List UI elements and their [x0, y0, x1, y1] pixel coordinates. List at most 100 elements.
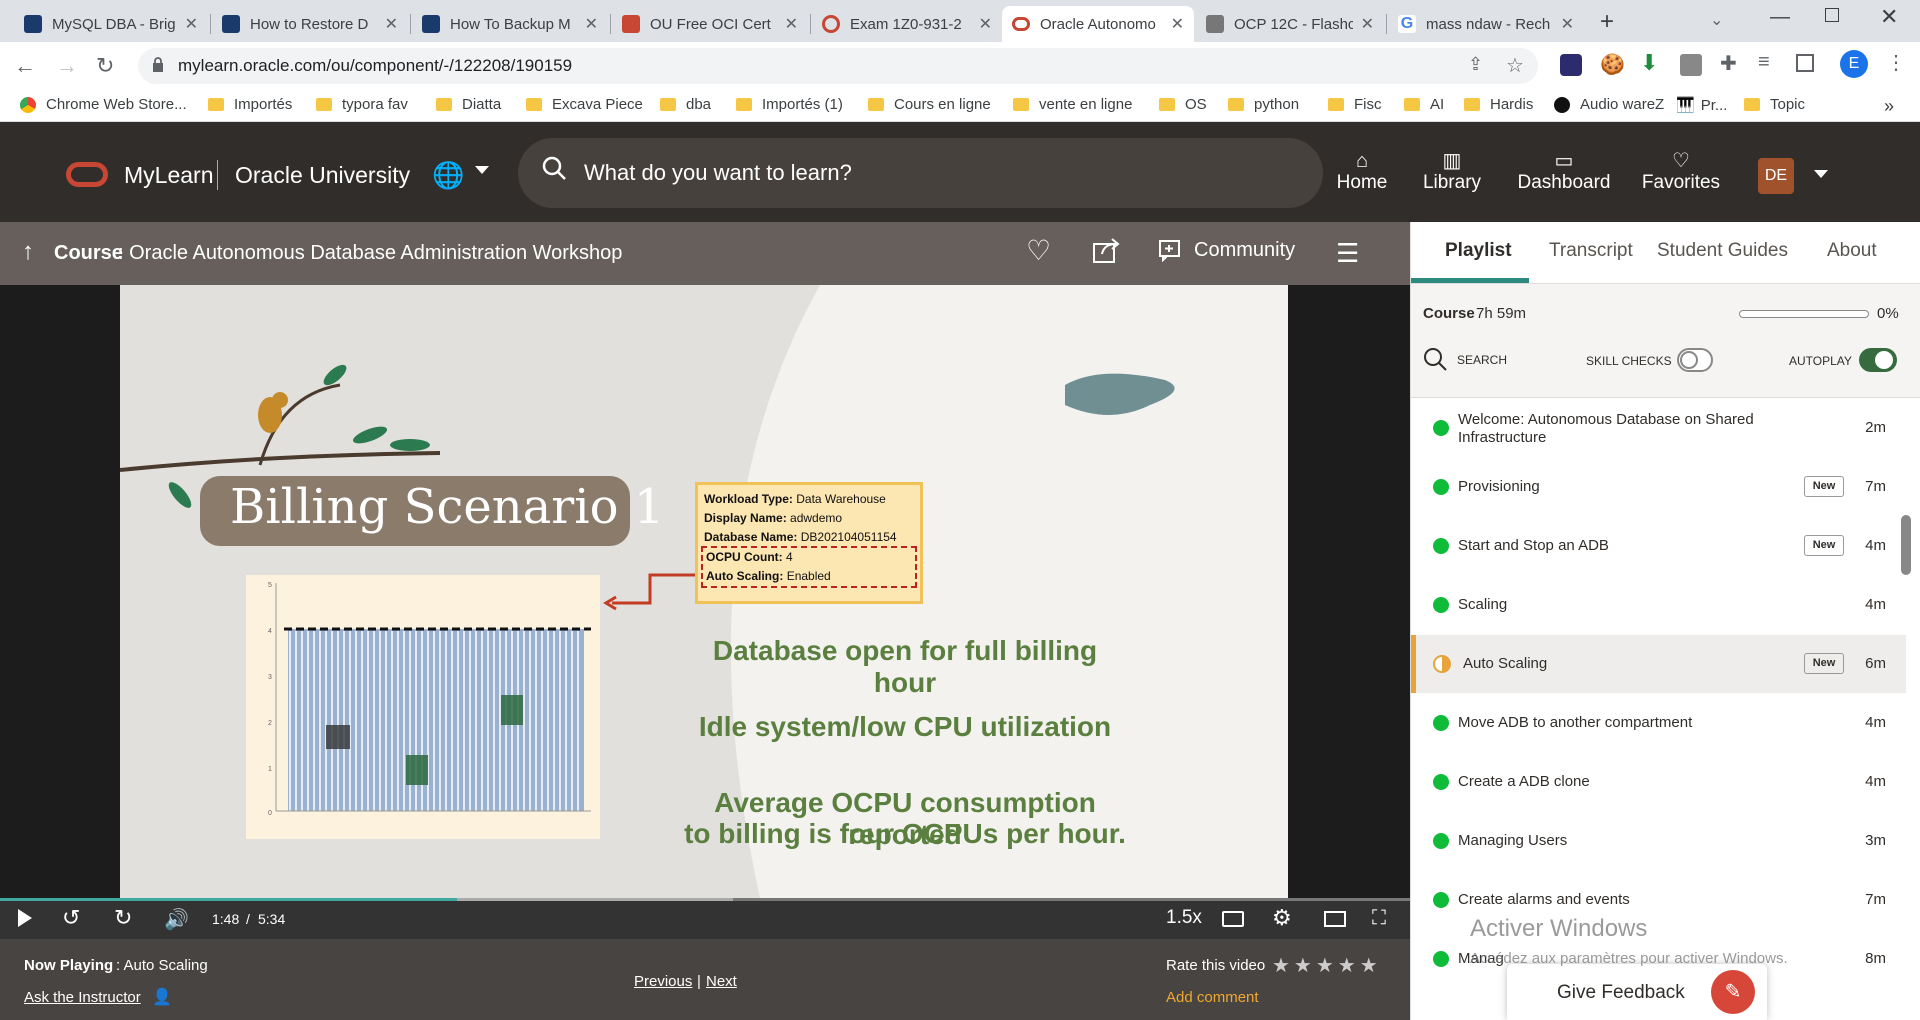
share-icon[interactable]: ⇪: [1468, 54, 1483, 75]
bookmark-item[interactable]: Chrome Web Store...: [20, 96, 187, 113]
previous-link[interactable]: Previous: [634, 973, 692, 990]
community-button[interactable]: Community: [1158, 238, 1295, 262]
playlist-item[interactable]: Scaling 4m: [1411, 576, 1906, 634]
volume-icon[interactable]: 🔊: [164, 907, 189, 932]
forward-arrow-icon[interactable]: →: [56, 53, 78, 79]
playlist-toggle-icon[interactable]: ☰: [1336, 238, 1359, 269]
bookmark-folder[interactable]: OS: [1159, 96, 1207, 113]
bookmark-folder[interactable]: Cours en ligne: [868, 96, 991, 113]
share-icon[interactable]: [1092, 236, 1122, 269]
reload-icon[interactable]: ↻: [96, 53, 114, 79]
tab-search-chevron-icon[interactable]: ⌄: [1710, 10, 1723, 30]
playlist-search-button[interactable]: SEARCH: [1423, 347, 1507, 373]
tab-playlist[interactable]: Playlist: [1445, 240, 1512, 262]
org-name[interactable]: Oracle University: [235, 162, 410, 189]
close-icon[interactable]: ✕: [585, 14, 598, 34]
favorite-heart-icon[interactable]: ♡: [1026, 234, 1051, 267]
bookmark-folder[interactable]: Fisc: [1328, 96, 1382, 113]
playlist-item[interactable]: Move ADB to another compartment 4m: [1411, 694, 1906, 752]
browser-tab[interactable]: How to Restore D ✕: [212, 6, 408, 42]
add-comment-link[interactable]: Add comment: [1166, 989, 1259, 1006]
browser-tab[interactable]: How To Backup M ✕: [412, 6, 608, 42]
browser-tab[interactable]: OCP 12C - Flashc ✕: [1196, 6, 1384, 42]
cookie-extension-icon[interactable]: 🍪: [1600, 52, 1625, 77]
bookmark-item[interactable]: 🎹 Pr...: [1676, 96, 1727, 115]
profile-avatar[interactable]: E: [1840, 50, 1868, 78]
close-icon[interactable]: ✕: [785, 14, 798, 34]
extensions-puzzle-icon[interactable]: ✚: [1720, 51, 1737, 76]
reading-list-icon[interactable]: ≡: [1758, 51, 1770, 74]
bookmark-folder[interactable]: Excava Piece: [526, 96, 643, 113]
course-title[interactable]: : Oracle Autonomous Database Administrat…: [118, 242, 622, 265]
bookmark-star-icon[interactable]: ☆: [1506, 53, 1524, 78]
address-bar[interactable]: mylearn.oracle.com/ou/component/-/122208…: [138, 48, 1538, 84]
globe-icon[interactable]: 🌐: [432, 160, 464, 191]
video-player[interactable]: Billing Scenario 1 Workload Type: Data W…: [0, 285, 1410, 939]
playlist-item[interactable]: Create a ADB clone 4m: [1411, 753, 1906, 811]
more-bookmarks-chevron-icon[interactable]: »: [1884, 96, 1894, 117]
instructor-icon[interactable]: 👤: [152, 987, 172, 1007]
playlist-item[interactable]: Start and Stop an ADB New 4m: [1411, 517, 1906, 575]
give-feedback-button[interactable]: Give Feedback ✎: [1507, 964, 1767, 1020]
bookmark-folder[interactable]: Diatta: [436, 96, 501, 113]
playlist-item[interactable]: Provisioning New 7m: [1411, 458, 1906, 516]
user-avatar[interactable]: DE: [1758, 158, 1794, 194]
bookmark-folder[interactable]: vente en ligne: [1013, 96, 1132, 113]
download-extension-icon[interactable]: ⬇: [1640, 50, 1658, 76]
close-window-button[interactable]: ✕: [1880, 4, 1898, 30]
rating-stars[interactable]: ★★★★★: [1272, 953, 1382, 978]
browser-tab[interactable]: G mass ndaw - Rech ✕: [1388, 6, 1584, 42]
up-arrow-icon[interactable]: ↑: [22, 238, 34, 266]
playlist-item-current[interactable]: Auto Scaling New 6m: [1411, 635, 1906, 693]
back-arrow-icon[interactable]: ←: [14, 53, 36, 79]
nav-home[interactable]: ⌂ Home: [1332, 150, 1392, 194]
chevron-down-icon[interactable]: [1814, 170, 1828, 178]
browser-tab-active[interactable]: Oracle Autonomo ✕: [1002, 6, 1194, 42]
close-icon[interactable]: ✕: [385, 14, 398, 34]
extension-icon[interactable]: [1680, 54, 1702, 76]
oracle-logo-icon[interactable]: [66, 162, 108, 187]
captions-icon[interactable]: [1222, 911, 1244, 927]
nav-dashboard[interactable]: ▭ Dashboard: [1512, 150, 1616, 194]
nav-library[interactable]: ▥ Library: [1416, 150, 1488, 194]
bookmark-folder[interactable]: Importés (1): [736, 96, 843, 113]
playlist-item[interactable]: Managing Users 3m: [1411, 812, 1906, 870]
playback-speed-button[interactable]: 1.5x: [1166, 907, 1202, 929]
bookmark-folder[interactable]: python: [1228, 96, 1299, 113]
bookmark-folder[interactable]: Importés: [208, 96, 292, 113]
minimize-button[interactable]: —: [1770, 6, 1790, 29]
close-icon[interactable]: ✕: [979, 14, 992, 34]
close-icon[interactable]: ✕: [1171, 14, 1184, 34]
autoplay-toggle[interactable]: [1859, 348, 1897, 372]
fullscreen-icon[interactable]: ⛶: [1372, 907, 1386, 930]
ask-instructor-link[interactable]: Ask the Instructor: [24, 989, 141, 1006]
play-icon[interactable]: [18, 909, 32, 927]
next-link[interactable]: Next: [706, 973, 737, 990]
rewind-10-icon[interactable]: ↺: [62, 905, 80, 931]
new-tab-button[interactable]: +: [1600, 8, 1614, 36]
close-icon[interactable]: ✕: [1361, 14, 1374, 34]
bookmark-folder[interactable]: Topic: [1744, 96, 1805, 113]
settings-gear-icon[interactable]: ⚙: [1272, 905, 1292, 931]
bookmark-folder[interactable]: typora fav: [316, 96, 408, 113]
playlist-scrollbar[interactable]: [1901, 515, 1911, 575]
search-input[interactable]: What do you want to learn?: [518, 138, 1323, 208]
browser-tab[interactable]: Exam 1Z0-931-2 ✕: [812, 6, 1002, 42]
extension-icon[interactable]: [1560, 54, 1582, 76]
browser-menu-icon[interactable]: ⋮: [1886, 50, 1906, 75]
restore-button[interactable]: [1825, 8, 1839, 22]
browser-tab[interactable]: MySQL DBA - Brig ✕: [14, 6, 208, 42]
close-icon[interactable]: ✕: [185, 14, 198, 34]
chevron-down-icon[interactable]: [475, 166, 489, 174]
bookmark-folder[interactable]: dba: [660, 96, 711, 113]
bookmark-item[interactable]: Audio wareZ: [1554, 96, 1664, 113]
playlist-item[interactable]: Welcome: Autonomous Database on Shared I…: [1411, 399, 1906, 457]
tab-student-guides[interactable]: Student Guides: [1657, 240, 1788, 262]
browser-tab[interactable]: OU Free OCI Cert ✕: [612, 6, 808, 42]
nav-favorites[interactable]: ♡ Favorites: [1636, 150, 1726, 194]
brand-name[interactable]: MyLearn: [124, 162, 213, 189]
bookmark-folder[interactable]: Hardis: [1464, 96, 1533, 113]
skill-checks-toggle[interactable]: [1677, 348, 1713, 372]
side-panel-icon[interactable]: [1796, 54, 1814, 72]
bookmark-folder[interactable]: AI: [1404, 96, 1444, 113]
